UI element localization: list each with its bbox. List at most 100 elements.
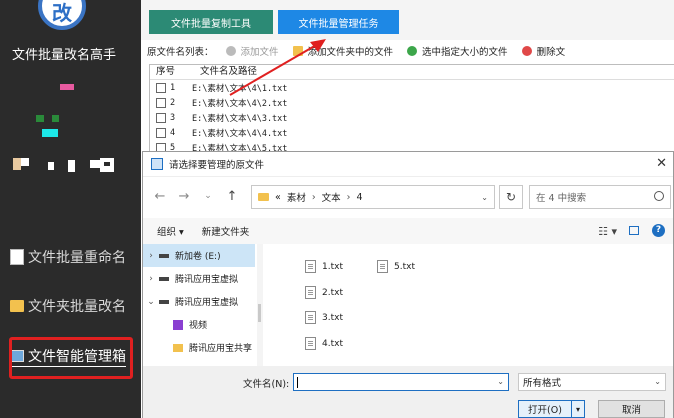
row-checkbox[interactable] [156, 127, 166, 138]
cancel-button[interactable]: 取消 [598, 400, 665, 418]
file-copy-tool-button[interactable]: 文件批量复制工具 [149, 10, 273, 34]
drive-icon [159, 276, 169, 281]
recent-dropdown-icon[interactable]: ⌄ [201, 191, 215, 201]
file-item[interactable]: 3.txt [305, 311, 343, 324]
nav-item-label: 新加卷 (E:) [175, 252, 221, 262]
col-index-header: 序号 [156, 66, 176, 77]
file-name: 4.txt [322, 338, 343, 349]
row-index: 1 [170, 82, 176, 93]
sidebar-item-label: 文件批量重命名 [28, 250, 126, 266]
text-caret [297, 377, 298, 388]
list-header: 序号 文件名及路径 [150, 65, 674, 80]
dialog-footer: 文件名(N): ⌄ 所有格式 ⌄ 打开(O) ▾ 取消 [143, 366, 673, 418]
text-file-icon [377, 260, 388, 273]
chevron-right-icon[interactable]: › [143, 274, 159, 284]
folder-icon [173, 343, 183, 352]
up-icon[interactable]: ↑ [225, 189, 239, 204]
table-row[interactable]: 1 E:\素材\文本\4\1.txt [150, 80, 674, 95]
file-manage-task-button[interactable]: 文件批量管理任务 [278, 10, 399, 34]
list-toolbar: 原文件名列表： 添加文件 添加文件夹中的文件 选中指定大小的文件 删除文 [141, 42, 674, 60]
row-checkbox[interactable] [156, 112, 166, 123]
breadcrumb-item[interactable]: 4 [356, 192, 362, 203]
video-icon [173, 319, 183, 330]
delete-icon [521, 46, 532, 56]
add-file-label: 添加文件 [240, 47, 279, 58]
address-bar[interactable]: « 素材 › 文本 › 4 ⌄ [251, 185, 495, 209]
file-item[interactable]: 5.txt [377, 260, 415, 273]
row-path: E:\素材\文本\4\4.txt [192, 128, 288, 139]
file-type-value: 所有格式 [523, 378, 562, 389]
nav-item-video[interactable]: 视频 [143, 313, 255, 336]
preview-pane-icon[interactable] [629, 226, 639, 235]
nav-item-virtual-1[interactable]: › 腾讯应用宝虚拟 [143, 267, 255, 290]
new-folder-button[interactable]: 新建文件夹 [202, 224, 250, 238]
breadcrumb-separator: › [346, 191, 351, 203]
file-name: 1.txt [322, 261, 343, 272]
sidebar-item-label: 文件夹批量改名 [28, 299, 126, 315]
file-item[interactable]: 4.txt [305, 337, 343, 350]
row-checkbox[interactable] [156, 82, 166, 93]
forward-icon[interactable]: → [177, 189, 191, 204]
list-label: 原文件名列表： [147, 47, 214, 58]
add-icon [225, 46, 236, 56]
sidebar: 改 文件批量改名高手 文件批量重命名 文件夹批量改名 文件智能管理箱 [0, 0, 141, 418]
select-size-button[interactable]: 选中指定大小的文件 [407, 44, 508, 58]
help-icon[interactable]: ? [652, 224, 665, 237]
scrollbar-thumb[interactable] [258, 304, 261, 322]
folder-add-icon [292, 46, 303, 56]
col-path-header: 文件名及路径 [200, 66, 258, 77]
sidebar-item-folder-rename[interactable]: 文件夹批量改名 [10, 296, 126, 316]
close-icon[interactable]: ✕ [656, 156, 667, 171]
file-list: 序号 文件名及路径 1 E:\素材\文本\4\1.txt 2 E:\素材\文本\4\… [149, 64, 674, 160]
add-folder-files-button[interactable]: 添加文件夹中的文件 [292, 44, 393, 58]
chevron-right-icon[interactable]: › [143, 251, 159, 261]
breadcrumb-separator: › [311, 191, 316, 203]
search-input[interactable]: 在 4 中搜索 [529, 185, 671, 209]
text-file-icon [305, 337, 316, 350]
file-type-select[interactable]: 所有格式 ⌄ [518, 373, 666, 391]
table-row[interactable]: 3 E:\素材\文本\4\3.txt [150, 110, 674, 125]
folder-icon [10, 300, 24, 312]
chevron-down-icon: ⌄ [654, 377, 661, 386]
select-size-label: 选中指定大小的文件 [422, 47, 508, 58]
text-file-icon [305, 311, 316, 324]
breadcrumb-item[interactable]: 素材 [287, 190, 306, 204]
refresh-button[interactable]: ↻ [499, 185, 523, 209]
search-placeholder: 在 4 中搜索 [536, 193, 587, 204]
delete-button[interactable]: 删除文 [521, 44, 566, 58]
sidebar-item-rename[interactable]: 文件批量重命名 [10, 247, 126, 267]
back-icon[interactable]: ← [153, 189, 167, 204]
nav-item-virtual-2[interactable]: ⌄ 腾讯应用宝虚拟 [143, 290, 255, 313]
table-row[interactable]: 2 E:\素材\文本\4\2.txt [150, 95, 674, 110]
table-row[interactable]: 4 E:\素材\文本\4\4.txt [150, 125, 674, 140]
logo-text: 改 [52, 0, 72, 25]
app-title: 文件批量改名高手 [12, 48, 117, 63]
open-button[interactable]: 打开(O) ▾ [518, 400, 585, 418]
chevron-down-icon[interactable]: ⌄ [481, 193, 488, 202]
chevron-down-icon[interactable]: ⌄ [497, 377, 504, 386]
row-checkbox[interactable] [156, 97, 166, 108]
delete-label: 删除文 [536, 47, 566, 58]
breadcrumb-item[interactable]: 文本 [322, 190, 341, 204]
command-bar: 组织 ▾ 新建文件夹 ☷ ▾ ? [143, 218, 673, 244]
open-dropdown-icon[interactable]: ▾ [571, 401, 584, 417]
row-index: 3 [170, 112, 176, 123]
row-index: 2 [170, 97, 176, 108]
chevron-down-icon[interactable]: ⌄ [143, 297, 159, 307]
open-file-dialog: 请选择要管理的原文件 ✕ ← → ⌄ ↑ « 素材 › 文本 › 4 ⌄ ↻ 在… [142, 151, 674, 418]
file-item[interactable]: 1.txt [305, 260, 343, 273]
dialog-title: 请选择要管理的原文件 [169, 160, 265, 171]
row-path: E:\素材\文本\4\2.txt [192, 98, 288, 109]
dialog-icon [151, 158, 163, 170]
add-file-button[interactable]: 添加文件 [225, 44, 279, 58]
navigation-pane: › 新加卷 (E:) › 腾讯应用宝虚拟 ⌄ 腾讯应用宝虚拟 视频 腾讯应用宝共享 [143, 244, 255, 366]
organize-menu[interactable]: 组织 ▾ [157, 224, 184, 238]
file-name: 3.txt [322, 312, 343, 323]
nav-item-drive-e[interactable]: › 新加卷 (E:) [143, 244, 255, 267]
view-options-icon[interactable]: ☷ ▾ [598, 225, 617, 238]
nav-item-shared[interactable]: 腾讯应用宝共享 [143, 336, 255, 359]
file-name: 2.txt [322, 287, 343, 298]
file-item[interactable]: 2.txt [305, 286, 343, 299]
document-icon [10, 249, 24, 265]
filename-input[interactable]: ⌄ [293, 373, 509, 391]
